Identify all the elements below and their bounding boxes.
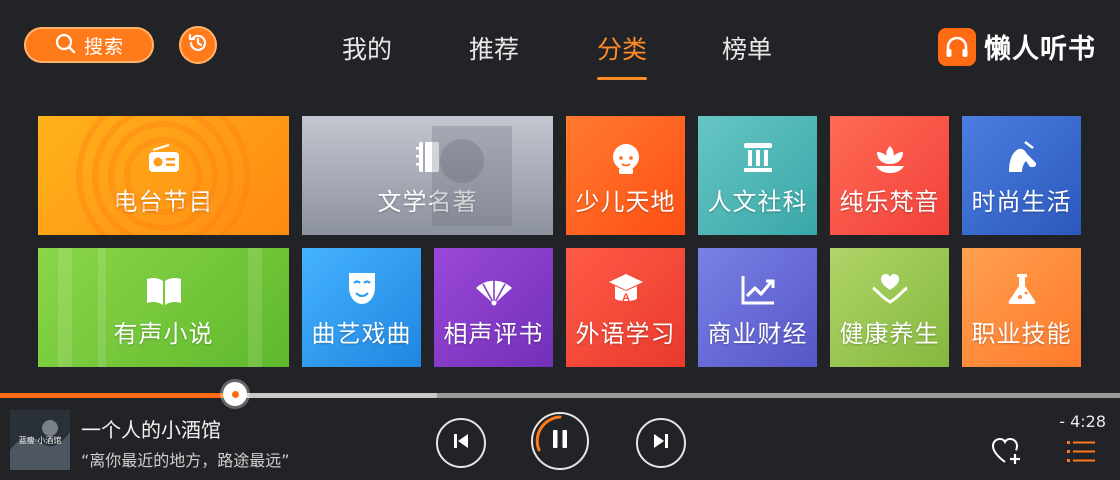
category-tile-business[interactable]: 商业财经 [698,248,817,367]
category-tile-skills[interactable]: 职业技能 [962,248,1081,367]
add-favorite-button[interactable] [991,436,1023,470]
lotus-icon [872,134,908,174]
category-label: 纯乐梵音 [839,188,940,216]
category-label: 曲艺戏曲 [311,320,412,348]
opera-mask-icon [346,266,378,306]
tab-mine[interactable]: 我的 [342,30,392,66]
next-button[interactable] [636,418,686,468]
remaining-time: - 4:28 [1059,412,1106,431]
tab-recommend[interactable]: 推荐 [469,30,519,66]
book-notebook-icon [414,134,442,174]
cover-title-text: 蓝瘦·小酒馆 [19,435,62,445]
category-label: 时尚生活 [971,188,1072,216]
category-tile-language[interactable]: A 外语学习 [566,248,685,367]
playlist-button[interactable] [1066,437,1096,471]
svg-text:A: A [622,292,630,304]
category-tile-kids[interactable]: 少儿天地 [566,116,685,235]
high-heel-icon [1005,134,1039,174]
playlist-icon [1066,441,1096,471]
brand-name: 懒人听书 [984,34,1096,65]
song-subtitle: “离你最近的地方，路途最远” [81,451,290,470]
child-face-icon [609,134,643,174]
category-tile-music[interactable]: 纯乐梵音 [830,116,949,235]
category-label: 相声评书 [443,320,544,348]
category-tile-literature[interactable]: 文学名著 [302,116,553,235]
pillar-icon [741,134,775,174]
category-label: 少儿天地 [575,188,676,216]
tab-category[interactable]: 分类 [597,30,648,80]
pause-button[interactable] [531,412,589,470]
brand: 懒人听书 [938,27,1096,66]
category-label: 人文社科 [707,188,808,216]
category-tile-radio[interactable]: 电台节目 [38,116,289,235]
heart-hands-icon [871,266,909,306]
previous-icon [452,432,470,454]
radio-icon [147,134,181,174]
loading-arc-icon [535,415,562,452]
top-bar: 搜索 我的 推荐 分类 榜单 懒人听书 [0,0,1120,96]
category-label: 有声小说 [113,320,214,348]
category-label: 职业技能 [971,320,1072,348]
flask-icon [1006,266,1038,306]
tab-charts[interactable]: 榜单 [722,30,772,66]
line-chart-icon [740,266,776,306]
heart-plus-icon [991,437,1023,470]
headphones-logo-icon [938,27,976,66]
category-label: 健康养生 [839,320,940,348]
previous-button[interactable] [436,418,486,468]
thumb-dot [231,390,239,398]
graduation-cap-icon: A [607,266,645,306]
album-cover[interactable]: 蓝瘦·小酒馆 [10,410,70,470]
category-tile-audiobook[interactable]: 有声小说 [38,248,289,367]
next-icon [652,432,670,454]
category-label: 电台节目 [113,188,214,216]
category-tile-health[interactable]: 健康养生 [830,248,949,367]
open-book-icon [145,266,183,306]
category-tile-humanities[interactable]: 人文社科 [698,116,817,235]
category-tile-opera[interactable]: 曲艺戏曲 [302,248,421,367]
folding-fan-icon [474,266,514,306]
song-title: 一个人的小酒馆 [81,418,221,442]
category-tile-fashion[interactable]: 时尚生活 [962,116,1081,235]
category-label: 商业财经 [707,320,808,348]
player-bar: 蓝瘦·小酒馆 一个人的小酒馆 “离你最近的地方，路途最远” - 4:28 [0,398,1120,480]
category-label: 外语学习 [575,320,676,348]
category-tile-crosstalk[interactable]: 相声评书 [434,248,553,367]
category-label: 文学名著 [377,188,478,216]
